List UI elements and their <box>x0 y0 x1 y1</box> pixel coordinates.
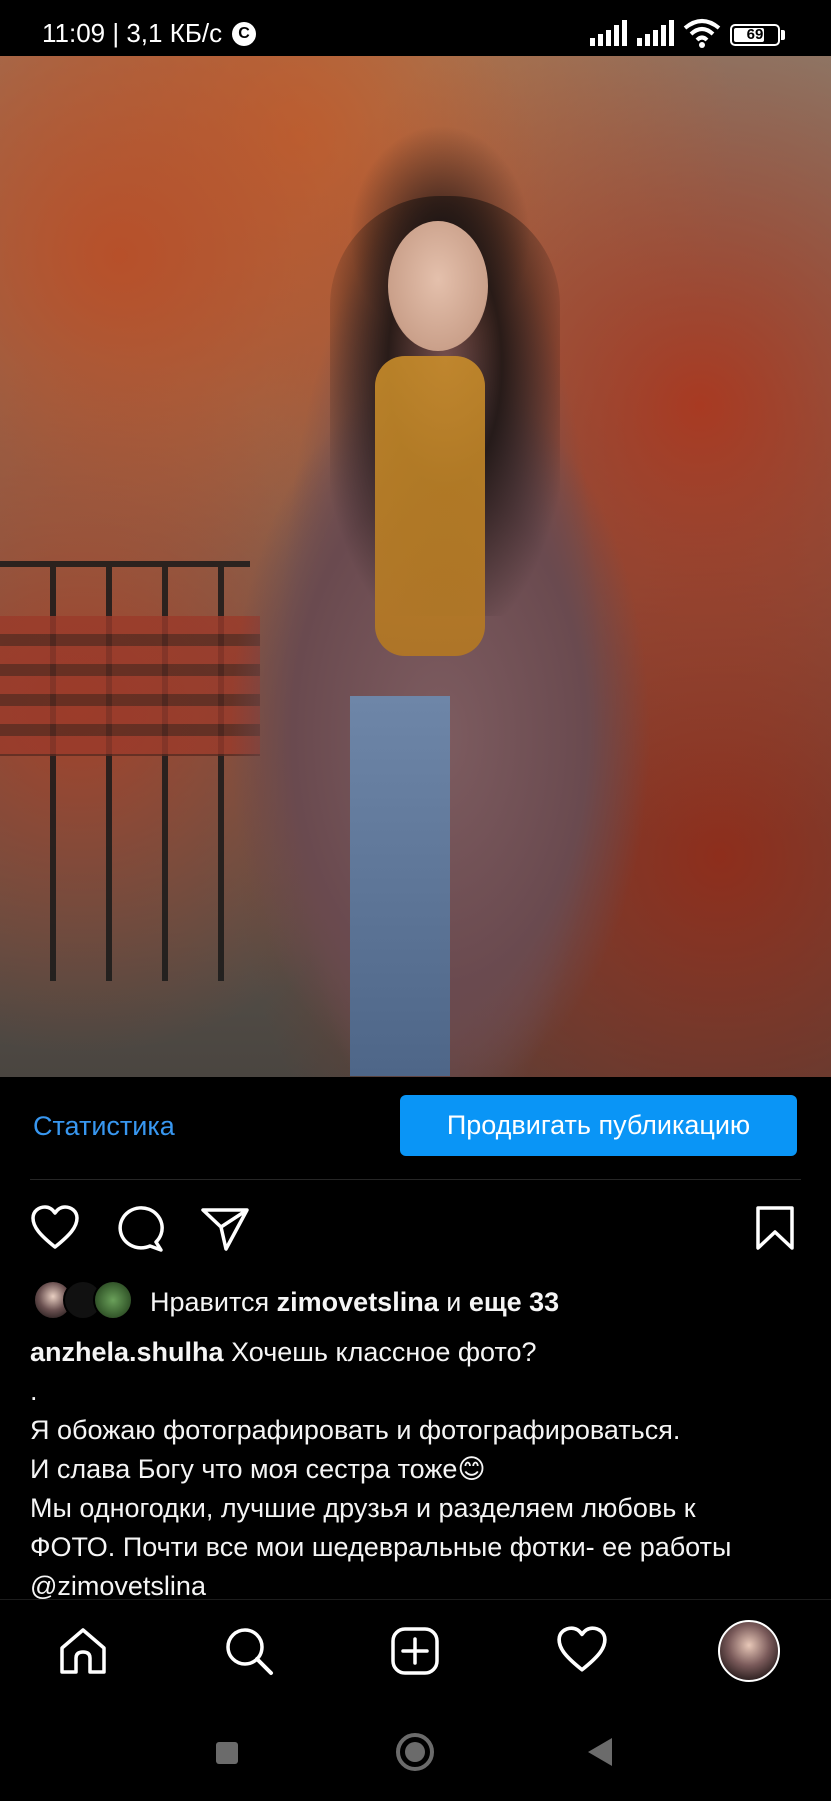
signal-icon-2 <box>637 20 674 46</box>
battery-level: 69 <box>746 26 764 43</box>
post-caption: anzhela.shulha Хочешь классное фото? . Я… <box>30 1333 810 1606</box>
likes-others-count[interactable]: еще 33 <box>469 1287 559 1317</box>
caption-line: ФОТО. Почти все мои шедевральные фотки- … <box>30 1532 732 1562</box>
caption-line: Мы одногодки, лучшие друзья и разделяем … <box>30 1493 696 1523</box>
liker-username[interactable]: zimovetslina <box>277 1287 439 1317</box>
caption-line: И слава Богу что моя сестра тоже😊 <box>30 1454 486 1484</box>
caption-line: . <box>30 1376 38 1406</box>
post-photo[interactable] <box>0 56 831 1077</box>
send-icon[interactable] <box>200 1206 250 1252</box>
carrier-icon: C <box>232 22 256 46</box>
likes-summary[interactable]: Нравится zimovetslina и еще 33 <box>150 1287 559 1318</box>
avatar <box>93 1280 133 1320</box>
home-button[interactable] <box>396 1733 434 1771</box>
home-icon[interactable] <box>58 1626 108 1676</box>
bookmark-icon[interactable] <box>755 1205 795 1251</box>
bottom-navigation <box>0 1599 831 1705</box>
new-post-icon[interactable] <box>390 1626 440 1676</box>
caption-first-line: Хочешь классное фото? <box>223 1337 537 1367</box>
heart-icon[interactable] <box>30 1205 80 1251</box>
likes-joiner: и <box>438 1287 469 1317</box>
activity-heart-icon[interactable] <box>556 1626 608 1674</box>
status-time: 11:09 | 3,1 КБ/с <box>42 18 223 48</box>
likes-prefix: Нравится <box>150 1287 277 1317</box>
back-button[interactable] <box>588 1738 612 1766</box>
battery-icon: 69 <box>730 24 780 46</box>
caption-username[interactable]: anzhela.shulha <box>30 1337 224 1367</box>
divider <box>30 1179 801 1180</box>
search-icon[interactable] <box>224 1626 274 1676</box>
caption-line: Я обожаю фотографировать и фотографирова… <box>30 1415 681 1445</box>
wifi-icon <box>683 19 721 48</box>
recent-apps-button[interactable] <box>216 1742 238 1764</box>
comment-icon[interactable] <box>115 1205 165 1253</box>
promote-post-button[interactable]: Продвигать публикацию <box>400 1095 797 1156</box>
profile-avatar[interactable] <box>718 1620 780 1682</box>
statistics-link[interactable]: Статистика <box>33 1111 175 1142</box>
signal-icon <box>590 20 627 46</box>
status-bar: 11:09 | 3,1 КБ/с C 69 <box>0 0 831 56</box>
